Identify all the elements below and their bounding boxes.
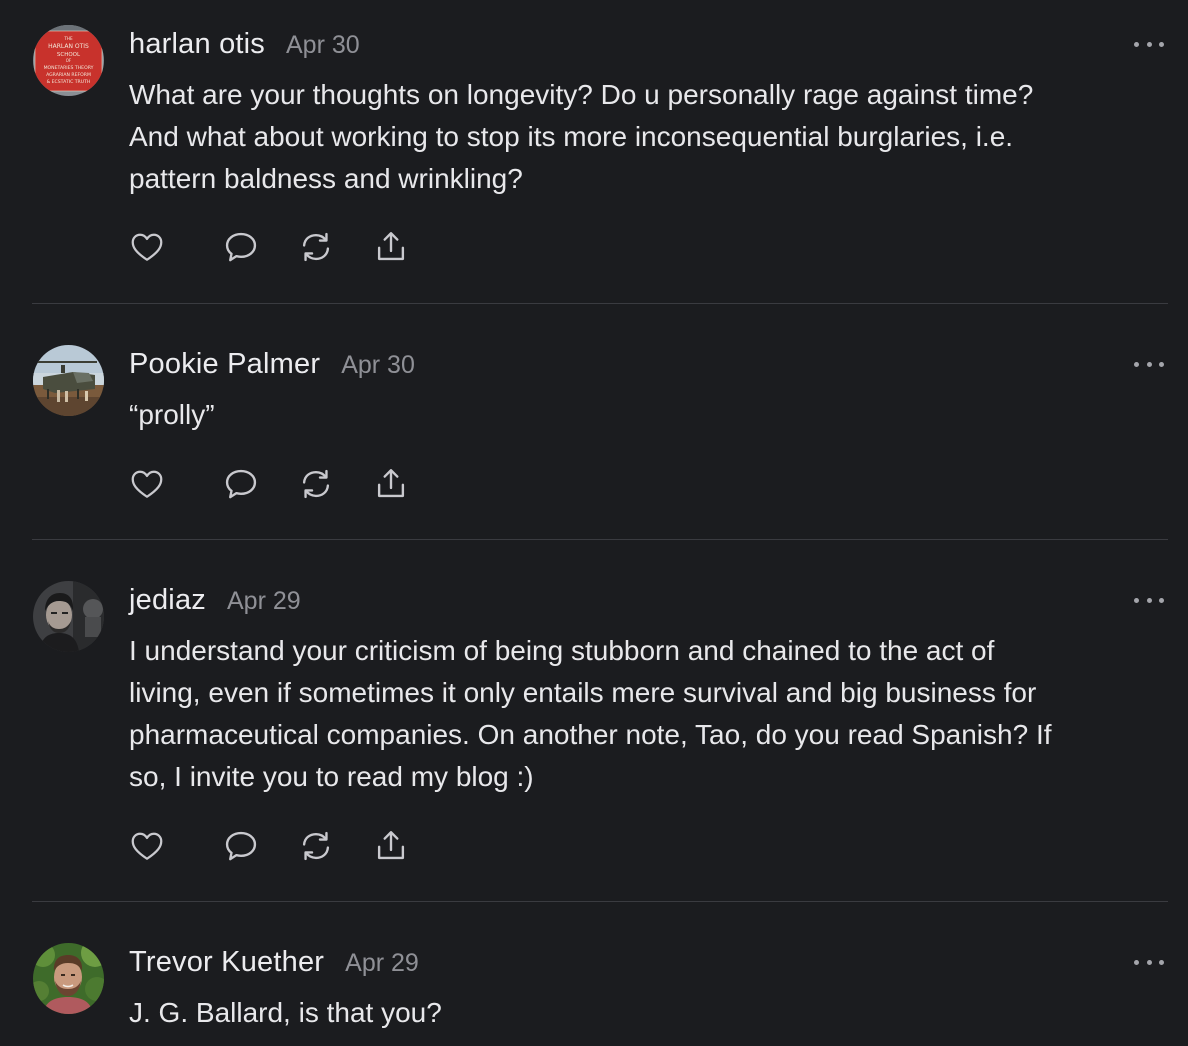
- share-upload-icon[interactable]: [371, 227, 411, 267]
- comment-body: “prolly”: [129, 394, 1159, 436]
- comment-body: What are your thoughts on longevity? Do …: [129, 74, 1159, 200]
- comment-text-line: J. G. Ballard, is that you?: [129, 997, 442, 1028]
- comment-text-line: And what about working to stop its more …: [129, 121, 1014, 152]
- share-upload-icon[interactable]: [371, 826, 411, 866]
- comment-text-line: pattern baldness and wrinkling?: [129, 163, 523, 194]
- avatar[interactable]: [33, 345, 104, 416]
- comment-text-line: so, I invite you to read my blog :): [129, 761, 534, 792]
- avatar-sign-text: MONETARIES THEORY: [44, 65, 94, 71]
- avatar[interactable]: [33, 581, 104, 652]
- comment-date[interactable]: Apr 30: [286, 31, 360, 60]
- comment-date[interactable]: Apr 29: [227, 587, 301, 616]
- speech-bubble-icon[interactable]: [221, 826, 261, 866]
- restack-arrows-icon[interactable]: [296, 227, 336, 267]
- comment-author[interactable]: Pookie Palmer: [129, 348, 320, 381]
- comment-author[interactable]: jediaz: [129, 584, 206, 617]
- avatar-sign-text: THE: [63, 36, 73, 41]
- avatar-sign-text: & ECSTATIC TRUTH: [47, 79, 91, 85]
- comment-text-line: I understand your criticism of being stu…: [129, 635, 995, 666]
- divider: [32, 539, 1168, 540]
- more-options-icon[interactable]: [1134, 594, 1164, 606]
- avatar[interactable]: [33, 943, 104, 1014]
- more-options-icon[interactable]: [1134, 38, 1164, 50]
- comment-date[interactable]: Apr 29: [345, 949, 419, 978]
- comment-text-line: living, even if sometimes it only entail…: [129, 677, 1037, 708]
- speech-bubble-icon[interactable]: [221, 227, 261, 267]
- divider: [32, 901, 1168, 902]
- share-upload-icon[interactable]: [371, 464, 411, 504]
- avatar-sign-text: AGRARIAN REFORM: [46, 72, 91, 78]
- comment-text-line: “prolly”: [129, 399, 215, 430]
- comment-text-line: pharmaceutical companies. On another not…: [129, 719, 1052, 750]
- divider: [32, 303, 1168, 304]
- heart-icon[interactable]: [127, 227, 167, 267]
- comment-text-line: What are your thoughts on longevity? Do …: [129, 79, 1034, 110]
- restack-arrows-icon[interactable]: [296, 826, 336, 866]
- avatar-sign-text: HARLAN OTIS: [48, 43, 89, 50]
- comment-body: I understand your criticism of being stu…: [129, 630, 1159, 798]
- comment-author[interactable]: Trevor Kuether: [129, 946, 324, 979]
- avatar-sign-text: OF: [66, 58, 72, 63]
- speech-bubble-icon[interactable]: [221, 464, 261, 504]
- comment-date[interactable]: Apr 30: [341, 351, 415, 380]
- heart-icon[interactable]: [127, 826, 167, 866]
- restack-arrows-icon[interactable]: [296, 464, 336, 504]
- heart-icon[interactable]: [127, 464, 167, 504]
- comment-body: J. G. Ballard, is that you?: [129, 992, 1159, 1034]
- more-options-icon[interactable]: [1134, 956, 1164, 968]
- comment-author[interactable]: harlan otis: [129, 28, 265, 61]
- avatar[interactable]: THE HARLAN OTIS SCHOOL OF MONETARIES THE…: [33, 25, 104, 96]
- more-options-icon[interactable]: [1134, 358, 1164, 370]
- comment-feed: THE HARLAN OTIS SCHOOL OF MONETARIES THE…: [0, 0, 1188, 1046]
